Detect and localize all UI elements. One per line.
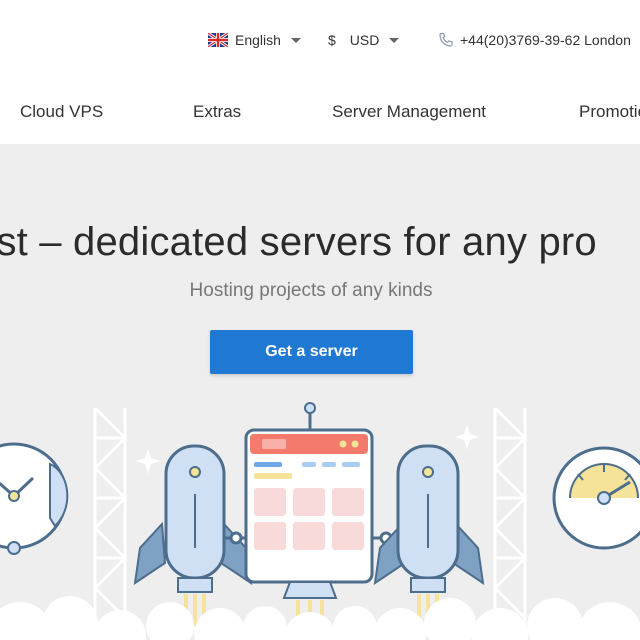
main-nav: Cloud VPS Extras Server Management Promo… [0, 80, 640, 144]
top-utility-bar: English $ USD +44(20)3769-39-62 London [0, 0, 640, 80]
server-panel [244, 402, 374, 634]
hero-section: ost – dedicated servers for any pro Host… [0, 144, 640, 640]
nav-item-promotions[interactable]: Promotio [579, 102, 640, 122]
hero-title: ost – dedicated servers for any pro [0, 220, 597, 264]
phone-label: +44(20)3769-39-62 London [460, 32, 631, 48]
currency-selector[interactable]: $ USD [328, 30, 400, 50]
scaffold-tower-left [92, 406, 128, 640]
scaffold-tower-right [492, 406, 528, 640]
hero-subtitle: Hosting projects of any kinds [189, 280, 433, 301]
chevron-down-icon [290, 37, 301, 43]
language-label: English [235, 32, 281, 48]
nav-item-server-management[interactable]: Server Management [332, 102, 486, 122]
currency-label: USD [349, 32, 380, 48]
phone-selector[interactable]: +44(20)3769-39-62 London [438, 30, 640, 50]
nav-item-extras[interactable]: Extras [193, 102, 241, 122]
language-selector[interactable]: English [208, 30, 301, 50]
clock-gauge-left [0, 442, 69, 555]
hero-illustration [0, 402, 640, 640]
get-server-button[interactable]: Get a server [210, 330, 413, 374]
speed-gauge-right [552, 446, 640, 550]
rocket-right [373, 444, 485, 626]
nav-item-cloud-vps[interactable]: Cloud VPS [20, 102, 103, 122]
phone-icon [439, 32, 453, 47]
dollar-icon: $ [328, 32, 336, 48]
chevron-down-icon [389, 37, 400, 43]
uk-flag-icon [208, 33, 228, 47]
